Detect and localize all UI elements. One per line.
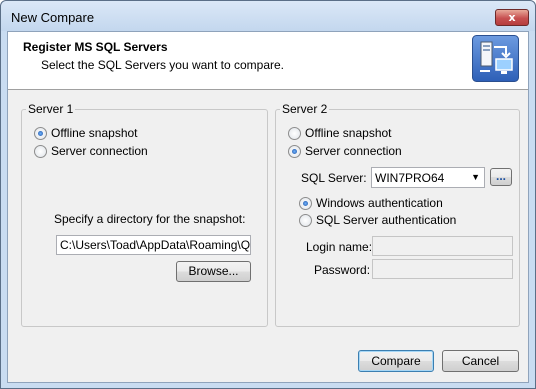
password-input[interactable] — [372, 259, 513, 279]
server2-group: Server 2 Offline snapshot Server connect… — [275, 102, 520, 327]
radio-label: Server connection — [51, 144, 148, 158]
radio-indicator[interactable] — [288, 145, 301, 158]
sql-server-value: WIN7PRO64 — [375, 171, 445, 185]
radio-label: Server connection — [305, 144, 402, 158]
server-connection-icon — [472, 35, 519, 82]
login-name-label: Login name: — [306, 240, 373, 254]
snapshot-directory-label: Specify a directory for the snapshot: — [54, 212, 246, 226]
ellipsis-icon: ... — [495, 169, 506, 183]
server1-group: Server 1 Offline snapshot Server connect… — [21, 102, 268, 327]
radio-indicator[interactable] — [299, 197, 312, 210]
close-button[interactable]: x — [495, 9, 529, 26]
new-compare-window: New Compare x Register MS SQL Servers Se… — [0, 0, 536, 389]
header-subtitle: Select the SQL Servers you want to compa… — [41, 58, 285, 72]
title-bar[interactable]: New Compare x — [1, 1, 535, 31]
chevron-down-icon: ▼ — [471, 172, 480, 182]
password-label: Password: — [314, 263, 371, 277]
sql-server-label: SQL Server: — [301, 171, 367, 185]
compare-button[interactable]: Compare — [358, 350, 434, 372]
radio-indicator[interactable] — [34, 145, 47, 158]
header-title: Register MS SQL Servers — [23, 40, 168, 54]
browse-servers-button[interactable]: ... — [490, 168, 512, 186]
browse-button[interactable]: Browse... — [176, 261, 251, 282]
dialog-body: Register MS SQL Servers Select the SQL S… — [7, 31, 529, 383]
sql-server-select[interactable]: WIN7PRO64 ▼ — [371, 167, 485, 188]
radio-indicator[interactable] — [34, 127, 47, 140]
radio-label: SQL Server authentication — [316, 213, 457, 227]
window-title: New Compare — [11, 10, 95, 25]
radio-label: Offline snapshot — [305, 126, 392, 140]
radio-indicator[interactable] — [299, 214, 312, 227]
server1-group-title: Server 1 — [26, 102, 76, 116]
radio-label: Windows authentication — [316, 196, 443, 210]
login-name-input[interactable] — [372, 236, 513, 256]
close-icon: x — [508, 11, 516, 24]
dialog-header: Register MS SQL Servers Select the SQL S… — [8, 32, 528, 90]
radio-label: Offline snapshot — [51, 126, 138, 140]
server2-group-title: Server 2 — [280, 102, 330, 116]
snapshot-directory-input[interactable]: C:\Users\Toad\AppData\Roaming\Quest — [56, 235, 251, 255]
radio-indicator[interactable] — [288, 127, 301, 140]
cancel-button[interactable]: Cancel — [442, 350, 519, 372]
